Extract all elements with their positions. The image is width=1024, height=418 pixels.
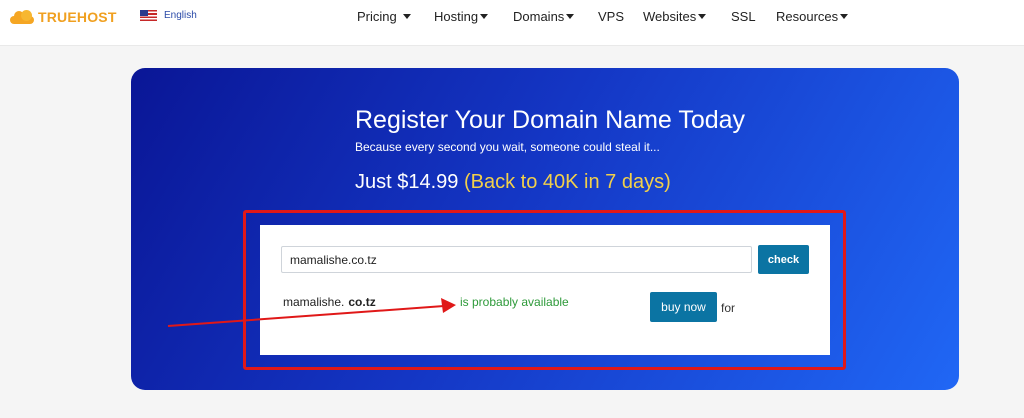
language-selector[interactable]: English xyxy=(140,10,197,21)
nav-label-domains: Domains xyxy=(513,9,565,24)
hero-subtitle: Because every second you wait, someone c… xyxy=(355,140,660,154)
caret-down-icon xyxy=(840,14,849,19)
nav-label-hosting: Hosting xyxy=(434,9,479,24)
nav-label-vps: VPS xyxy=(598,9,625,24)
nav-item-websites[interactable]: Websites xyxy=(643,9,707,24)
nav-label-pricing: Pricing xyxy=(357,9,397,24)
truehost-logo[interactable]: TRUEHOST xyxy=(10,8,117,26)
caret-down-icon xyxy=(480,14,489,19)
logo-text: TRUEHOST xyxy=(38,9,117,25)
caret-down-icon xyxy=(566,14,575,19)
us-flag-icon xyxy=(140,10,157,21)
nav-item-resources[interactable]: Resources xyxy=(776,9,849,24)
nav-label-ssl: SSL xyxy=(731,9,756,24)
highlight-frame xyxy=(243,210,846,370)
caret-down-icon xyxy=(698,14,707,19)
nav-item-domains[interactable]: Domains xyxy=(513,9,575,24)
top-navigation-bar: TRUEHOST English Pricing Hosting Domains… xyxy=(0,0,1024,46)
price-promo: (Back to 40K in 7 days) xyxy=(463,171,671,193)
caret-down-icon xyxy=(402,14,411,19)
cloud-logo-icon xyxy=(10,10,34,24)
hero-price: Just $14.99 (Back to 40K in 7 days) xyxy=(355,171,671,194)
nav-item-pricing[interactable]: Pricing xyxy=(357,9,411,24)
hero-title: Register Your Domain Name Today xyxy=(355,106,746,134)
nav-item-hosting[interactable]: Hosting xyxy=(434,9,489,24)
price-label: Just $14.99 xyxy=(355,171,459,193)
nav-label-resources: Resources xyxy=(776,9,839,24)
nav-item-ssl[interactable]: SSL xyxy=(731,9,756,24)
nav-label-websites: Websites xyxy=(643,9,697,24)
nav-item-vps[interactable]: VPS xyxy=(598,9,624,24)
language-label: English xyxy=(164,10,197,21)
